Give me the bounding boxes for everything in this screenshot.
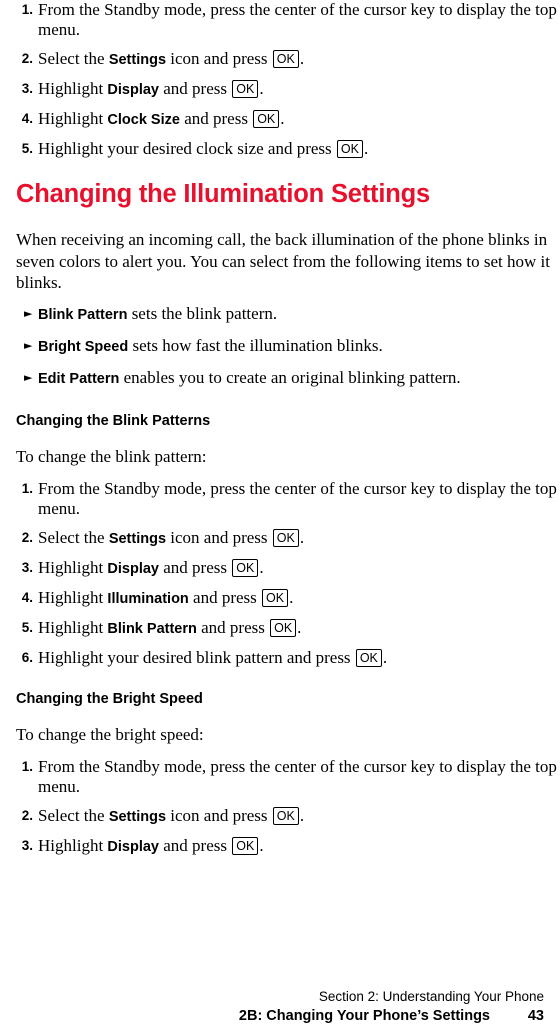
steps-list-bright: 1. From the Standby mode, press the cente… — [16, 757, 560, 857]
step-item: 3. Highlight Display and press OK. — [16, 79, 560, 100]
step-item: 4. Highlight Clock Size and press OK. — [16, 109, 560, 130]
page-footer: Section 2: Understanding Your Phone 2B: … — [0, 988, 560, 1026]
step-item: 1. From the Standby mode, press the cente… — [16, 479, 560, 519]
bullet-item: ► Blink Pattern sets the blink pattern. — [16, 303, 560, 326]
subheading-blink-patterns: Changing the Blink Patterns — [16, 412, 211, 429]
step-number: 5. — [21, 141, 33, 156]
step-item: 2. Select the Settings icon and press OK. — [16, 49, 560, 70]
steps-list-blink: 1. From the Standby mode, press the cente… — [16, 479, 560, 668]
step-emphasis: Settings — [108, 808, 167, 825]
step-item: 2. Select the Settings icon and press OK. — [16, 528, 560, 549]
step-number: 1. — [21, 480, 33, 496]
bullet-item: ► Bright Speed sets how fast the illumina… — [16, 335, 560, 358]
step-text: Highlight Display and press OK. — [38, 79, 264, 98]
bullet-term: Bright Speed — [38, 338, 129, 355]
step-text: Select the Settings icon and press OK. — [38, 49, 305, 68]
bullet-item: ► Edit Pattern enables you to create an o… — [16, 367, 560, 390]
step-text: From the Standby mode, press the center … — [38, 478, 557, 518]
step-number: 3. — [21, 837, 33, 853]
step-number: 2. — [21, 51, 33, 66]
step-text: Highlight Blink Pattern and press OK. — [38, 617, 302, 637]
ok-key-glyph: OK — [232, 836, 259, 855]
step-text: Highlight your desired clock size and pr… — [38, 139, 369, 158]
step-item: 4. Highlight Illumination and press OK. — [16, 588, 560, 609]
bullet-term: Edit Pattern — [38, 370, 120, 387]
step-text: Select the Settings icon and press OK. — [38, 527, 305, 547]
step-number: 5. — [21, 619, 33, 635]
step-item: 2. Select the Settings icon and press OK. — [16, 806, 560, 827]
arrow-right-icon: ► — [24, 338, 33, 352]
bullet-text: Blink Pattern sets the blink pattern. — [38, 303, 278, 323]
step-item: 5. Highlight Blink Pattern and press OK. — [16, 618, 560, 639]
ok-key-glyph: OK — [262, 588, 289, 607]
step-emphasis: Clock Size — [107, 112, 180, 128]
step-emphasis: Illumination — [107, 590, 189, 607]
footer-chapter-row: 2B: Changing Your Phone’s Settings 43 — [0, 1007, 560, 1026]
arrow-right-icon: ► — [24, 370, 33, 384]
step-text: Highlight Illumination and press OK. — [38, 587, 294, 607]
step-number: 4. — [21, 589, 33, 605]
bullet-term: Blink Pattern — [38, 306, 128, 323]
step-item: 6. Highlight your desired blink pattern a… — [16, 648, 560, 668]
section-heading: Changing the Illumination Settings — [16, 180, 430, 208]
lead-bright-speed: To change the bright speed: — [16, 724, 204, 744]
step-emphasis: Settings — [108, 52, 167, 68]
step-item: 5. Highlight your desired clock size and … — [16, 139, 560, 159]
step-item: 3. Highlight Display and press OK. — [16, 558, 560, 579]
bullet-text: Bright Speed sets how fast the illuminat… — [38, 335, 383, 355]
step-number: 4. — [21, 111, 33, 126]
ok-key-glyph: OK — [232, 558, 259, 577]
ok-key-glyph: OK — [272, 806, 299, 825]
ok-key-glyph: OK — [270, 618, 297, 637]
manual-page: 1. From the Standby mode, press the cente… — [0, 0, 560, 1032]
arrow-right-icon: ► — [24, 306, 33, 320]
step-emphasis: Display — [107, 82, 160, 98]
ok-key-glyph: OK — [232, 80, 259, 98]
step-item: 3. Highlight Display and press OK. — [16, 836, 560, 857]
step-emphasis: Display — [107, 838, 160, 855]
step-number: 3. — [21, 81, 33, 96]
step-emphasis: Display — [107, 560, 160, 577]
step-number: 2. — [21, 807, 33, 823]
step-number: 6. — [21, 649, 33, 665]
step-number: 3. — [21, 559, 33, 575]
ok-key-glyph: OK — [336, 140, 363, 158]
ok-key-glyph: OK — [253, 110, 280, 128]
footer-chapter-label: 2B: Changing Your Phone’s Settings — [238, 1008, 490, 1024]
lead-blink-patterns: To change the blink pattern: — [16, 446, 207, 466]
step-text: Highlight Display and press OK. — [38, 557, 264, 577]
step-item: 1. From the Standby mode, press the cente… — [16, 0, 560, 40]
step-emphasis: Settings — [108, 530, 167, 547]
page-content: 1. From the Standby mode, press the cente… — [0, 0, 560, 866]
steps-list-top: 1. From the Standby mode, press the cente… — [16, 0, 560, 159]
ok-key-glyph: OK — [355, 648, 382, 667]
ok-key-glyph: OK — [272, 528, 299, 547]
section-paragraph: When receiving an incoming call, the bac… — [16, 230, 550, 292]
footer-page-number: 43 — [527, 1008, 544, 1024]
step-text: From the Standby mode, press the center … — [38, 756, 557, 796]
footer-section-label: Section 2: Understanding Your Phone — [318, 989, 544, 1004]
step-text: Highlight Display and press OK. — [38, 835, 264, 855]
step-emphasis: Blink Pattern — [107, 620, 197, 637]
bullet-text: Edit Pattern enables you to create an or… — [38, 367, 461, 387]
feature-bullet-list: ► Blink Pattern sets the blink pattern. ► B… — [16, 303, 560, 390]
step-text: From the Standby mode, press the center … — [38, 0, 557, 39]
ok-key-glyph: OK — [272, 50, 299, 68]
step-text: Highlight Clock Size and press OK. — [38, 109, 285, 128]
step-text: Highlight your desired blink pattern and… — [38, 647, 388, 667]
step-item: 1. From the Standby mode, press the cente… — [16, 757, 560, 797]
step-number: 1. — [21, 2, 33, 17]
step-number: 1. — [21, 758, 33, 774]
subheading-bright-speed: Changing the Bright Speed — [16, 690, 203, 707]
step-number: 2. — [21, 529, 33, 545]
step-text: Select the Settings icon and press OK. — [38, 805, 305, 825]
